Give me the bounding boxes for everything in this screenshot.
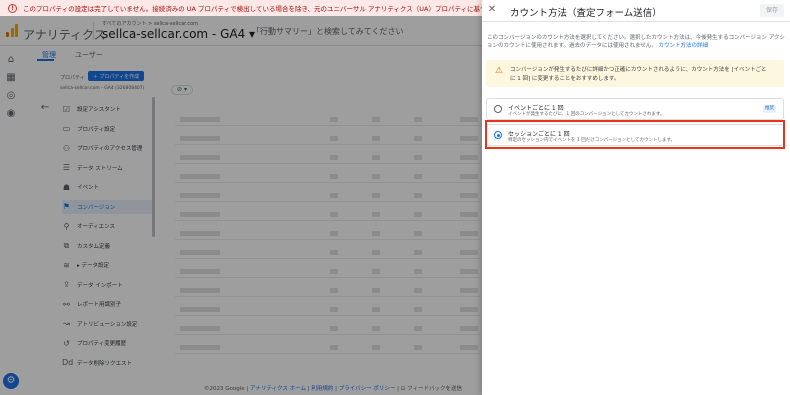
modal-scrim[interactable] — [0, 16, 482, 395]
selection-highlight-box — [485, 120, 785, 149]
banner-text: このプロパティの設定は完了していません。接続済みの UA プロパティで検出してい… — [23, 5, 483, 13]
error-icon: ! — [8, 3, 17, 13]
close-icon[interactable]: ✕ — [487, 5, 497, 15]
learn-more-link[interactable]: カウント方法の詳細 — [659, 43, 709, 49]
save-button[interactable]: 保存 — [760, 4, 784, 17]
radio-once-per-event[interactable] — [494, 105, 502, 113]
panel-description: このコンバージョンのカウント方法を選択してください。選択したカウント方法は、今後… — [487, 34, 785, 50]
panel-title: カウント方法（査定フォーム送信） — [510, 8, 662, 19]
description-text: このコンバージョンのカウント方法を選択してください。選択したカウント方法は、今後… — [487, 35, 785, 49]
option-once-per-event[interactable]: イベントごとに 1 回 イベントが発生するたびに、1 回のコンバージョンとしてカ… — [486, 98, 784, 120]
option-subtitle: イベントが発生するたびに、1 回のコンバージョンとしてカウントされます。 — [508, 112, 665, 117]
warning-icon: ⚠ — [495, 66, 504, 76]
warning-text: コンバージョンが発生するたびに詳細かつ正確にカウントされるように、カウント方法を… — [510, 67, 767, 82]
recommendation-warning: ⚠ コンバージョンが発生するたびに詳細かつ正確にカウントされるように、カウント方… — [486, 60, 784, 87]
recommended-badge: 推奨 — [763, 105, 776, 113]
panel-divider — [482, 21, 790, 22]
